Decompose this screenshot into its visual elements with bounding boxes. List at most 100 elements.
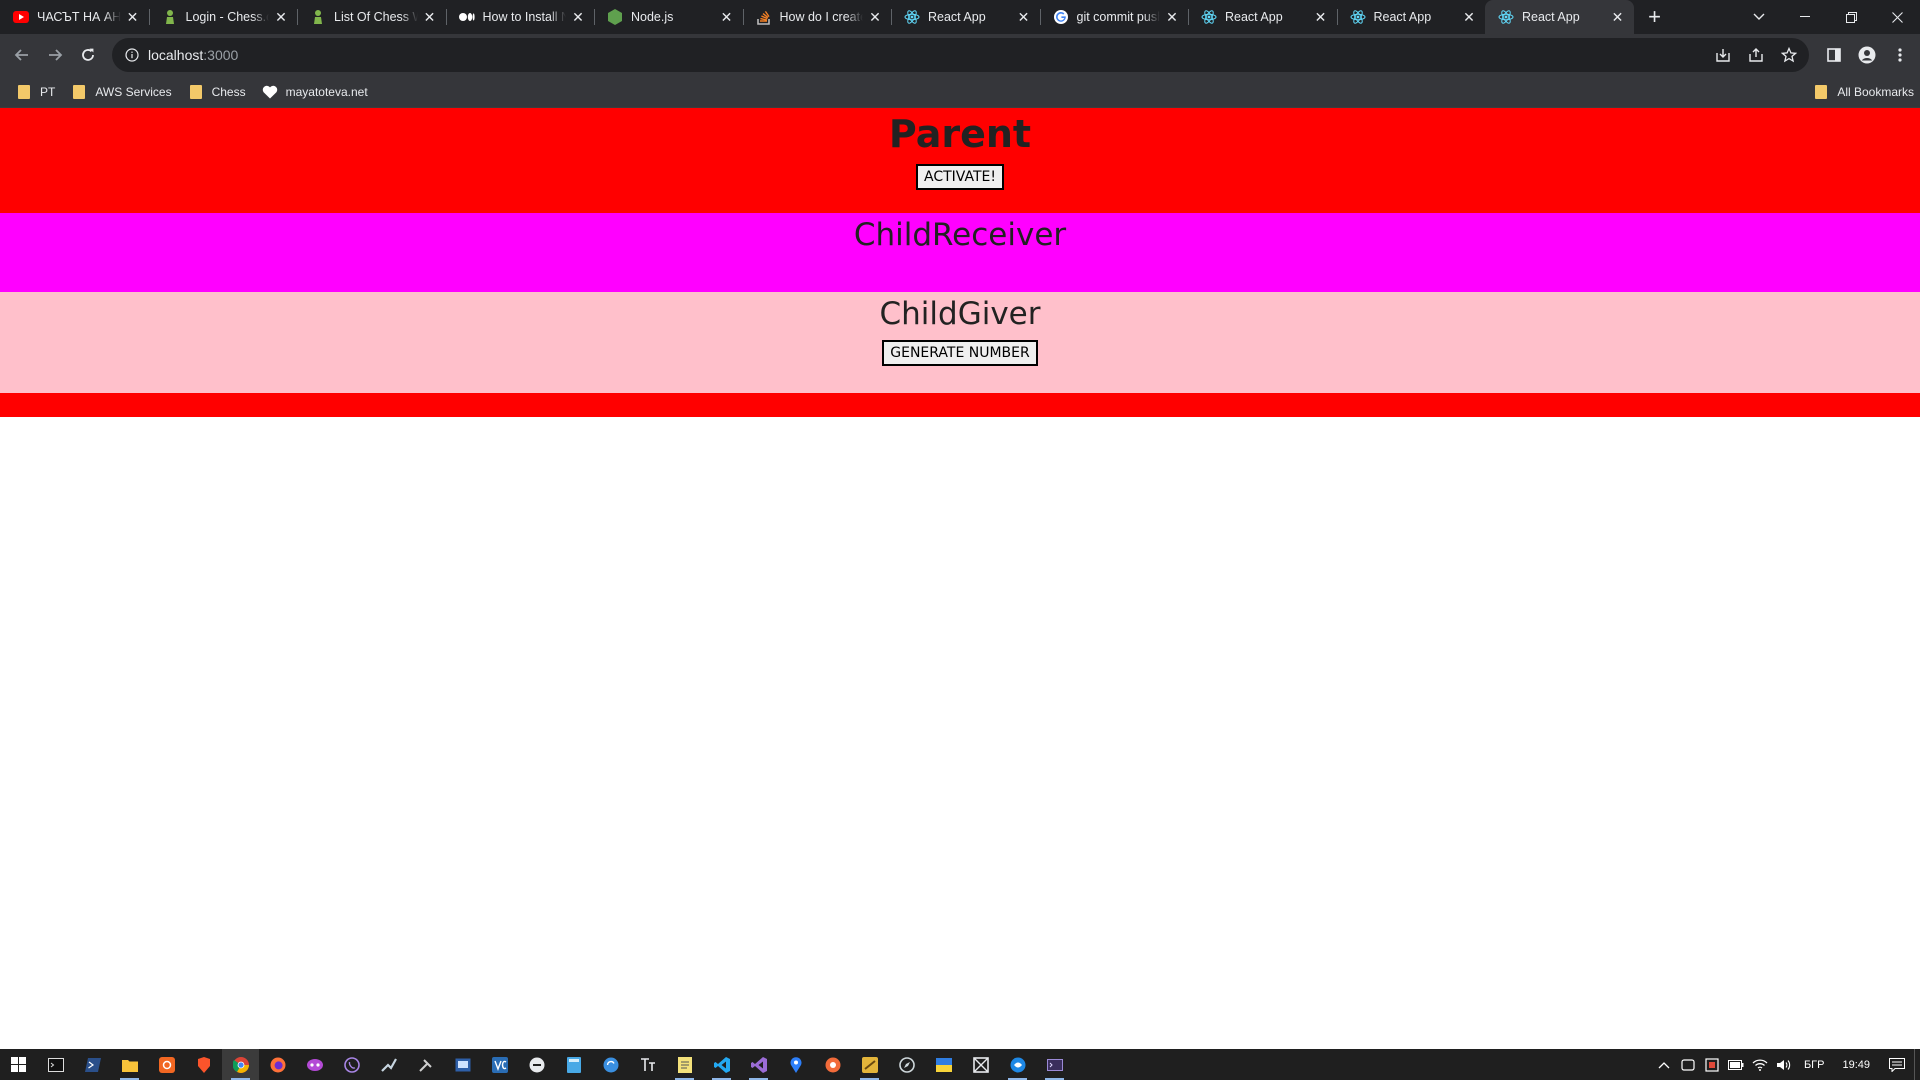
wifi-indicator[interactable]: [1748, 1058, 1772, 1071]
taskbar-app-compass[interactable]: [888, 1049, 925, 1080]
tab-nodejs[interactable]: Node.js ✕: [594, 0, 743, 34]
back-button[interactable]: [6, 39, 38, 71]
taskbar-app-circle[interactable]: [814, 1049, 851, 1080]
install-app-button[interactable]: [1707, 39, 1739, 71]
taskbar-clock[interactable]: 19:49: [1832, 1059, 1880, 1071]
taskbar-terminal[interactable]: [37, 1049, 74, 1080]
tab-title: ЧАСЪТ НА АНА: [37, 10, 121, 24]
taskbar-app-calc[interactable]: [555, 1049, 592, 1080]
forward-button[interactable]: [39, 39, 71, 71]
reload-button[interactable]: [72, 39, 104, 71]
side-panel-button[interactable]: [1818, 39, 1850, 71]
taskbar-app-vc[interactable]: [481, 1049, 518, 1080]
restore-button[interactable]: [1828, 0, 1874, 34]
notepad-icon: [677, 1056, 692, 1073]
menu-button[interactable]: [1884, 39, 1916, 71]
taskbar-chrome[interactable]: [222, 1049, 259, 1080]
app-icon: [972, 1056, 989, 1073]
profile-button[interactable]: [1851, 39, 1883, 71]
notification-center-button[interactable]: [1880, 1057, 1914, 1072]
taskbar-firefox[interactable]: [259, 1049, 296, 1080]
taskbar-steam[interactable]: [370, 1049, 407, 1080]
close-icon[interactable]: ✕: [1461, 9, 1477, 25]
tab-react-app[interactable]: React App ✕: [1336, 0, 1486, 34]
activate-button[interactable]: ACTIVATE!: [916, 164, 1004, 190]
close-icon[interactable]: ✕: [273, 9, 289, 25]
address-bar[interactable]: localhost:3000: [112, 38, 1809, 72]
close-icon[interactable]: ✕: [1313, 9, 1329, 25]
site-info-icon[interactable]: [124, 47, 140, 63]
generate-number-button[interactable]: GENERATE NUMBER: [882, 340, 1038, 366]
close-icon[interactable]: ✕: [1016, 9, 1032, 25]
map-pin-icon: [790, 1056, 801, 1073]
calculator-icon: [566, 1056, 581, 1073]
app-icon: [861, 1056, 878, 1073]
close-window-button[interactable]: [1874, 0, 1920, 34]
taskbar-app-text[interactable]: [629, 1049, 666, 1080]
bookmark-folder-aws[interactable]: AWS Services: [63, 78, 179, 106]
tray-overflow-button[interactable]: [1652, 1061, 1676, 1069]
share-button[interactable]: [1740, 39, 1772, 71]
tray-app-2[interactable]: [1700, 1057, 1724, 1072]
taskbar-viber[interactable]: [333, 1049, 370, 1080]
taskbar-app-tools[interactable]: [407, 1049, 444, 1080]
minimize-button[interactable]: [1782, 0, 1828, 34]
taskbar-app-map[interactable]: [777, 1049, 814, 1080]
tab-chess-login[interactable]: Login - Chess.com ✕: [148, 0, 298, 34]
tab-google-git[interactable]: git commit push ✕: [1039, 0, 1189, 34]
close-icon[interactable]: ✕: [1164, 9, 1180, 25]
parent-component: Parent ACTIVATE!: [0, 108, 1920, 213]
taskbar-app-box[interactable]: [962, 1049, 999, 1080]
taskbar-brave[interactable]: [185, 1049, 222, 1080]
tab-react-app[interactable]: React App ✕: [1188, 0, 1337, 34]
new-tab-button[interactable]: +: [1638, 0, 1672, 34]
taskbar-vscode[interactable]: [703, 1049, 740, 1080]
bookmark-mayatoteva[interactable]: mayatoteva.net: [254, 78, 376, 106]
bookmark-label: mayatoteva.net: [285, 84, 368, 99]
bookmark-star-button[interactable]: [1773, 39, 1805, 71]
taskbar-app-sticky[interactable]: [851, 1049, 888, 1080]
close-icon[interactable]: ✕: [1610, 9, 1626, 25]
taskbar-app-settings[interactable]: [444, 1049, 481, 1080]
bookmarks-bar: PT AWS Services Chess mayatoteva.net All…: [0, 76, 1920, 108]
taskbar-app-orange[interactable]: [148, 1049, 185, 1080]
taskbar-app-notepad[interactable]: [666, 1049, 703, 1080]
close-icon[interactable]: ✕: [422, 9, 438, 25]
tab-react-app-active[interactable]: React App ✕: [1485, 0, 1634, 34]
close-icon[interactable]: ✕: [125, 9, 141, 25]
notification-icon: [1889, 1057, 1905, 1072]
tab-react-app[interactable]: React App ✕: [891, 0, 1040, 34]
taskbar-app-blue[interactable]: [999, 1049, 1036, 1080]
taskbar-app-cmd[interactable]: [1036, 1049, 1073, 1080]
all-bookmarks-button[interactable]: All Bookmarks: [1805, 78, 1920, 106]
tab-stackoverflow[interactable]: How do I create ✕: [742, 0, 892, 34]
taskbar-app-purple[interactable]: [296, 1049, 333, 1080]
taskbar-visual-studio[interactable]: [740, 1049, 777, 1080]
taskbar-file-explorer[interactable]: [111, 1049, 148, 1080]
close-icon[interactable]: ✕: [570, 9, 586, 25]
system-tray: БГР 19:49: [1652, 1049, 1920, 1080]
close-icon[interactable]: ✕: [719, 9, 735, 25]
taskbar-app-chat[interactable]: [518, 1049, 555, 1080]
close-icon[interactable]: ✕: [867, 9, 883, 25]
kebab-menu-icon: [1898, 48, 1902, 62]
tab-chess-wins[interactable]: List Of Chess Wins ✕: [297, 0, 446, 34]
parent-heading: Parent: [888, 112, 1032, 156]
firefox-icon: [270, 1057, 285, 1072]
tab-search-button[interactable]: [1736, 0, 1782, 34]
taskbar-powershell[interactable]: [74, 1049, 111, 1080]
battery-indicator[interactable]: [1724, 1059, 1748, 1070]
bookmark-folder-pt[interactable]: PT: [8, 78, 63, 106]
taskbar-app-flag[interactable]: [925, 1049, 962, 1080]
taskbar-app-sync[interactable]: [592, 1049, 629, 1080]
volume-indicator[interactable]: [1772, 1059, 1796, 1071]
input-language-indicator[interactable]: БГР: [1796, 1059, 1833, 1071]
tab-youtube[interactable]: ЧАСЪТ НА АНА ✕: [0, 0, 149, 34]
google-icon: [1053, 9, 1069, 25]
tray-app-1[interactable]: [1676, 1058, 1700, 1072]
react-icon: [1350, 9, 1366, 25]
show-desktop-button[interactable]: [1914, 1049, 1920, 1080]
start-button[interactable]: [0, 1049, 37, 1080]
bookmark-folder-chess[interactable]: Chess: [180, 78, 254, 106]
tab-install-node[interactable]: How to Install Node ✕: [445, 0, 595, 34]
